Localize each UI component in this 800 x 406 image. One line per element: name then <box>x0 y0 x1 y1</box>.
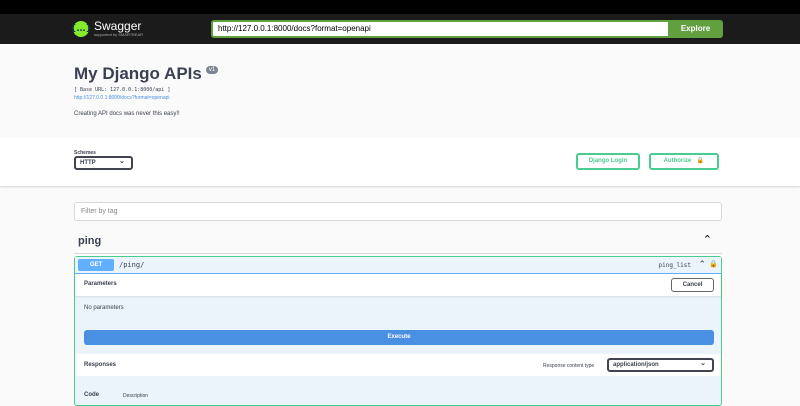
parameters-header: Parameters Cancel <box>75 274 721 296</box>
swagger-topbar: {…} Swagger supported by SMARTBEAR http:… <box>0 14 800 44</box>
content-type-label: Response content type <box>543 363 595 369</box>
chevron-up-icon[interactable]: ⌃ <box>703 233 712 246</box>
execute-button[interactable]: Execute <box>84 330 714 345</box>
method-badge: GET <box>78 259 114 271</box>
description-column-header: Description <box>123 393 149 399</box>
scheme-container: Schemes HTTP ⌄ Django Login Authorize 🔒 <box>0 138 800 186</box>
tag-name: ping <box>78 235 102 247</box>
api-description: Creating API docs was never this easy!! <box>74 111 180 117</box>
operation-block: GET /ping/ ping_list ⌃ 🔒 Parameters Canc… <box>74 256 722 406</box>
operation-path: /ping/ <box>119 261 145 269</box>
filter-by-tag-input[interactable]: Filter by tag <box>74 202 722 221</box>
authorize-label: Authorize <box>663 158 692 164</box>
django-login-button[interactable]: Django Login <box>576 153 640 170</box>
logo-text: Swagger <box>94 19 142 33</box>
page-title: My Django APIs <box>74 64 202 83</box>
authorize-button[interactable]: Authorize 🔒 <box>649 153 719 170</box>
spec-link[interactable]: http://127.0.0.1:8000/docs?format=openap… <box>74 95 724 101</box>
logo-subtext: supported by SMARTBEAR <box>94 32 144 37</box>
version-badge: v1 <box>205 66 219 74</box>
operation-id: ping_list <box>658 262 691 269</box>
lock-icon[interactable]: 🔒 <box>709 260 718 268</box>
tag-section-ping[interactable]: ping ⌃ <box>74 230 722 254</box>
swagger-logo[interactable]: {…} Swagger supported by SMARTBEAR <box>70 19 144 39</box>
content-type-selected: application/json <box>613 362 659 368</box>
spec-url-input[interactable]: http://127.0.0.1:8000/docs?format=openap… <box>211 20 670 38</box>
chevron-down-icon: ⌄ <box>700 360 706 367</box>
responses-title: Responses <box>84 362 117 368</box>
explore-button[interactable]: Explore <box>668 20 723 38</box>
schemes-selected-value: HTTP <box>80 160 96 166</box>
cancel-button[interactable]: Cancel <box>671 278 714 292</box>
no-parameters-text: No parameters <box>84 305 124 311</box>
api-info: My Django APIs v1 [ Base URL: 127.0.0.1:… <box>74 64 724 117</box>
code-column-header: Code <box>84 392 99 398</box>
responses-header: Responses Response content type applicat… <box>75 354 721 376</box>
base-url: [ Base URL: 127.0.0.1:8000/api ] <box>74 87 171 93</box>
schemes-select[interactable]: HTTP ⌄ <box>74 156 133 170</box>
swagger-logo-icon: {…} <box>70 21 92 37</box>
chevron-down-icon: ⌄ <box>119 158 125 165</box>
chevron-up-icon[interactable]: ⌃ <box>698 259 706 270</box>
operation-summary[interactable]: GET /ping/ ping_list ⌃ 🔒 <box>75 257 721 274</box>
window-top-bar <box>0 0 800 14</box>
content-type-select[interactable]: application/json ⌄ <box>607 358 714 372</box>
lock-icon: 🔒 <box>696 158 705 164</box>
parameters-title: Parameters <box>84 281 117 287</box>
